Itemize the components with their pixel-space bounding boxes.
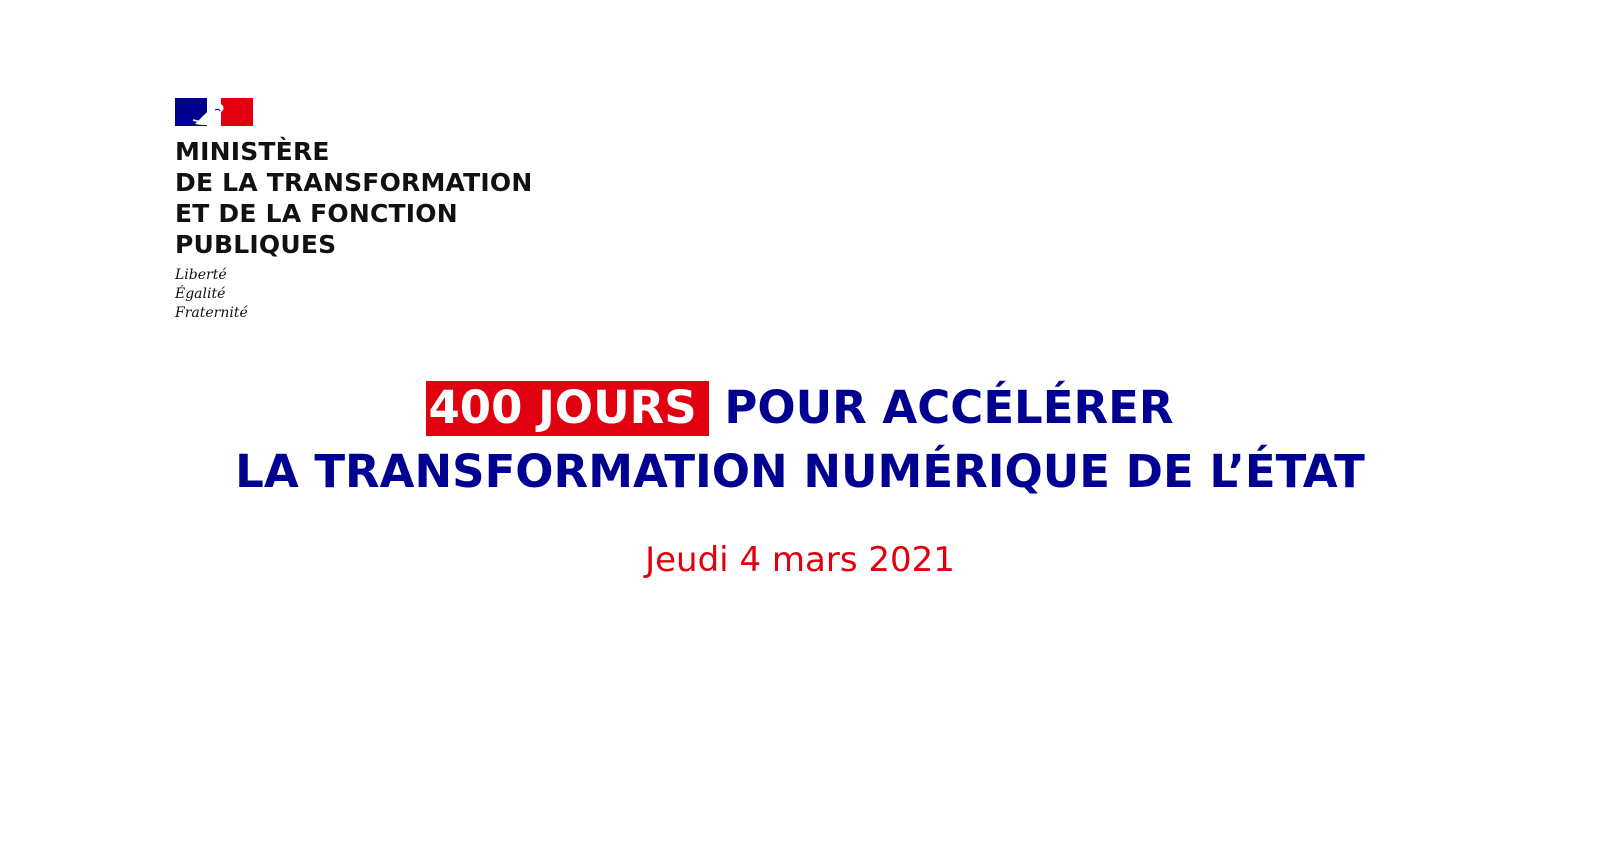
ministry-line: MINISTÈRE	[175, 137, 330, 166]
title-line-2: LA TRANSFORMATION NUMÉRIQUE DE L’ÉTAT	[235, 445, 1365, 498]
event-date: Jeudi 4 mars 2021	[645, 540, 955, 580]
motto-line: Égalité	[175, 286, 226, 302]
marianne-flag-icon	[175, 98, 253, 126]
slide: MINISTÈRE DE LA TRANSFORMATION ET DE LA …	[0, 0, 1600, 860]
title-highlight: 400 JOURS	[426, 381, 709, 436]
page-title: 400 JOURS POUR ACCÉLÉRER LA TRANSFORMATI…	[0, 376, 1600, 504]
motto-line: Fraternité	[175, 305, 248, 321]
ministry-line: DE LA TRANSFORMATION	[175, 168, 533, 197]
republic-motto: Liberté Égalité Fraternité	[175, 266, 533, 323]
ministry-line: PUBLIQUES	[175, 230, 337, 259]
title-line-1-rest: POUR ACCÉLÉRER	[724, 381, 1174, 434]
ministry-logo: MINISTÈRE DE LA TRANSFORMATION ET DE LA …	[175, 98, 533, 323]
ministry-line: ET DE LA FONCTION	[175, 199, 458, 228]
title-line-1: 400 JOURS POUR ACCÉLÉRER	[0, 376, 1600, 440]
ministry-name: MINISTÈRE DE LA TRANSFORMATION ET DE LA …	[175, 136, 533, 260]
motto-line: Liberté	[175, 267, 227, 283]
